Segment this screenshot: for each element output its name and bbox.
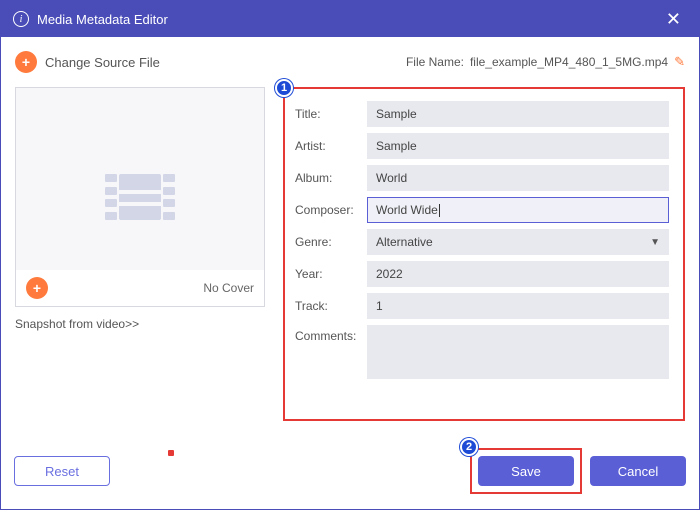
- input-title[interactable]: Sample: [367, 101, 669, 127]
- body-columns: + No Cover Snapshot from video>> 1 Title…: [15, 87, 685, 421]
- filename-display: File Name: file_example_MP4_480_1_5MG.mp…: [406, 54, 685, 70]
- text-cursor: [439, 204, 440, 217]
- label-year: Year:: [295, 267, 367, 281]
- row-title: Title: Sample: [295, 101, 669, 127]
- change-source-label[interactable]: Change Source File: [45, 55, 160, 70]
- cancel-button[interactable]: Cancel: [590, 456, 686, 486]
- close-button[interactable]: ✕: [660, 9, 687, 30]
- info-icon: i: [13, 11, 29, 27]
- metadata-editor-window: i Media Metadata Editor ✕ + Change Sourc…: [0, 0, 700, 510]
- cover-preview: + No Cover: [15, 87, 265, 307]
- chevron-down-icon: ▼: [650, 237, 660, 248]
- label-track: Track:: [295, 299, 367, 313]
- label-composer: Composer:: [295, 203, 367, 217]
- film-placeholder-icon: [105, 168, 175, 226]
- reset-button[interactable]: Reset: [14, 456, 110, 486]
- input-artist[interactable]: Sample: [367, 133, 669, 159]
- right-column: 1 Title: Sample Artist: Sample Album: Wo…: [283, 87, 685, 421]
- input-track[interactable]: 1: [367, 293, 669, 319]
- cover-footer: + No Cover: [16, 270, 264, 306]
- label-album: Album:: [295, 171, 367, 185]
- input-album[interactable]: World: [367, 165, 669, 191]
- top-row: + Change Source File File Name: file_exa…: [15, 51, 685, 73]
- label-comments: Comments:: [295, 325, 367, 343]
- snapshot-from-video-link[interactable]: Snapshot from video>>: [15, 317, 265, 331]
- filename-value: file_example_MP4_480_1_5MG.mp4: [470, 55, 668, 69]
- content-area: + Change Source File File Name: file_exa…: [1, 37, 699, 435]
- label-title: Title:: [295, 107, 367, 121]
- footer-buttons: Reset 2 Save Cancel: [14, 448, 686, 494]
- select-genre[interactable]: Alternative ▼: [367, 229, 669, 255]
- titlebar: i Media Metadata Editor ✕: [1, 1, 699, 37]
- metadata-form: 1 Title: Sample Artist: Sample Album: Wo…: [283, 87, 685, 421]
- row-artist: Artist: Sample: [295, 133, 669, 159]
- no-cover-label: No Cover: [203, 281, 254, 295]
- change-source-plus-button[interactable]: +: [15, 51, 37, 73]
- textarea-comments[interactable]: [367, 325, 669, 379]
- edit-filename-icon[interactable]: ✎: [674, 54, 685, 70]
- input-composer[interactable]: World Wide: [367, 197, 669, 223]
- callout-1-badge: 1: [275, 79, 293, 97]
- row-year: Year: 2022: [295, 261, 669, 287]
- save-highlight-box: 2 Save: [470, 448, 582, 494]
- row-composer: Composer: World Wide: [295, 197, 669, 223]
- save-button[interactable]: Save: [478, 456, 574, 486]
- left-column: + No Cover Snapshot from video>>: [15, 87, 265, 421]
- add-cover-button[interactable]: +: [26, 277, 48, 299]
- label-artist: Artist:: [295, 139, 367, 153]
- row-genre: Genre: Alternative ▼: [295, 229, 669, 255]
- row-comments: Comments:: [295, 325, 669, 379]
- window-title: Media Metadata Editor: [37, 12, 168, 27]
- callout-2-badge: 2: [460, 438, 478, 456]
- label-genre: Genre:: [295, 235, 367, 249]
- row-track: Track: 1: [295, 293, 669, 319]
- filename-label: File Name:: [406, 55, 464, 69]
- input-year[interactable]: 2022: [367, 261, 669, 287]
- row-album: Album: World: [295, 165, 669, 191]
